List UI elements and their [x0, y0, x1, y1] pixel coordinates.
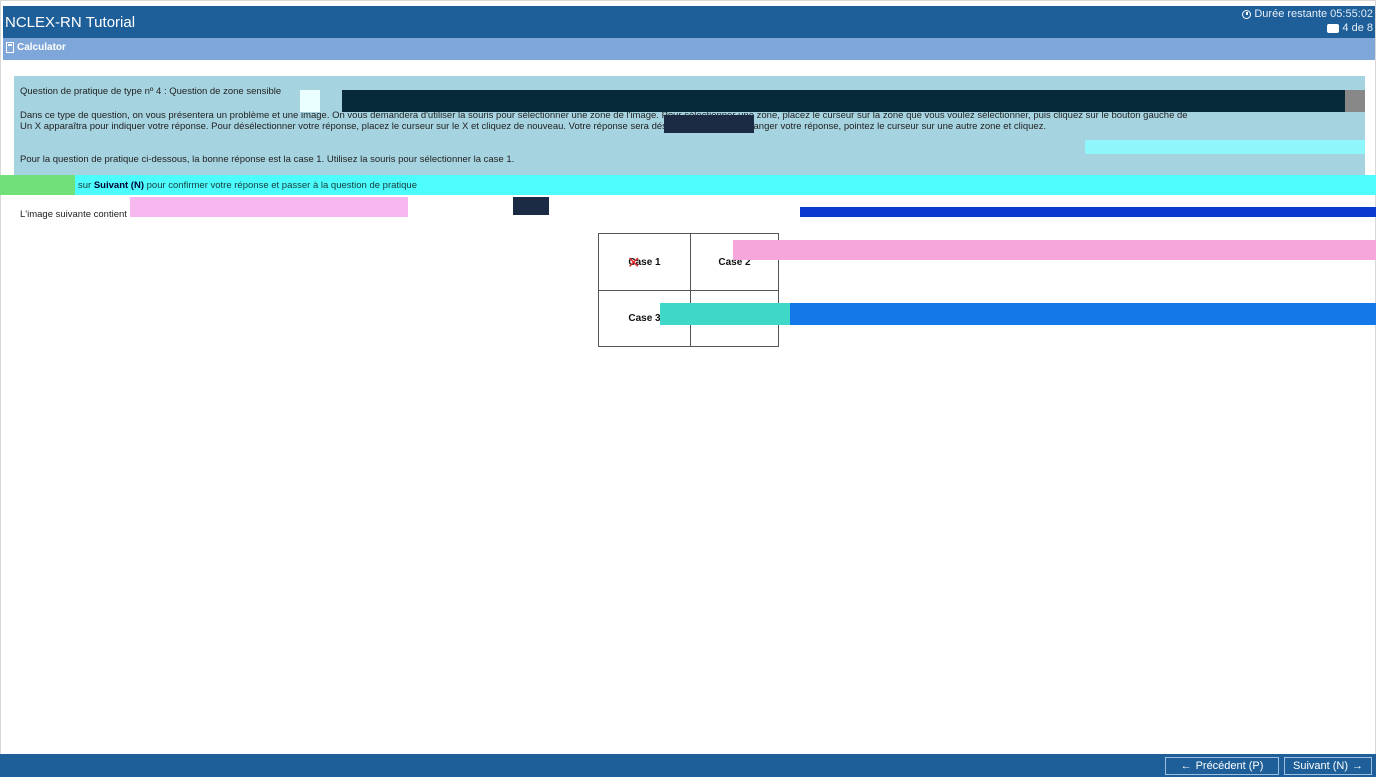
- render-artifact: [1345, 90, 1365, 112]
- calculator-label: Calculator: [17, 42, 66, 53]
- instruction-paragraph-3: Pour la question de pratique ci-dessous,…: [20, 154, 515, 165]
- calculator-button[interactable]: Calculator: [6, 42, 66, 53]
- render-artifact: [790, 303, 1376, 325]
- timer-panel: Durée restante 05:55:02 4 de 8: [1242, 7, 1373, 35]
- next-button[interactable]: Suivant (N) →: [1284, 757, 1372, 775]
- previous-button[interactable]: ← Précédent (P): [1165, 757, 1279, 775]
- question-count-icon: [1327, 23, 1340, 33]
- render-artifact: [130, 197, 408, 217]
- render-artifact: [800, 207, 1376, 217]
- render-artifact: [1085, 140, 1365, 154]
- render-artifact: [0, 175, 75, 195]
- calculator-icon: [6, 42, 14, 53]
- previous-label: Précédent (P): [1195, 760, 1264, 772]
- arrow-left-icon: ←: [1180, 760, 1192, 772]
- render-artifact: [733, 240, 1376, 260]
- case-3-label: Case 3: [628, 313, 661, 324]
- image-intro-text: L'image suivante contient: [20, 209, 127, 220]
- instruction-paragraph-2: Un X apparaîtra pour indiquer votre répo…: [20, 121, 1047, 132]
- next-label: Suivant (N): [1292, 760, 1349, 772]
- render-artifact: [513, 197, 549, 215]
- next-instruction-text: sur Suivant (N) pour confirmer votre rép…: [78, 180, 418, 191]
- selected-x-icon[interactable]: ✕: [627, 256, 640, 272]
- app-title: NCLEX-RN Tutorial: [5, 14, 136, 31]
- arrow-right-icon: →: [1352, 760, 1364, 772]
- render-artifact: [342, 90, 1345, 112]
- question-type-heading: Question de pratique de type nº 4 : Ques…: [20, 86, 282, 97]
- question-progress: 4 de 8: [1342, 22, 1373, 34]
- clock-icon: [1242, 9, 1252, 19]
- render-artifact: [660, 303, 790, 325]
- render-artifact: [664, 115, 754, 133]
- render-artifact: [300, 90, 320, 112]
- next-instruction-band: sur Suivant (N) pour confirmer votre rép…: [0, 175, 1376, 195]
- title-bar: NCLEX-RN Tutorial Durée restante 05:55:0…: [3, 6, 1375, 38]
- time-remaining: Durée restante 05:55:02: [1254, 8, 1373, 20]
- footer-bar: ← Précédent (P) Suivant (N) →: [0, 754, 1376, 777]
- toolbar: Calculator: [3, 38, 1375, 60]
- hotspot-case-1[interactable]: Case 1 ✕: [598, 233, 691, 291]
